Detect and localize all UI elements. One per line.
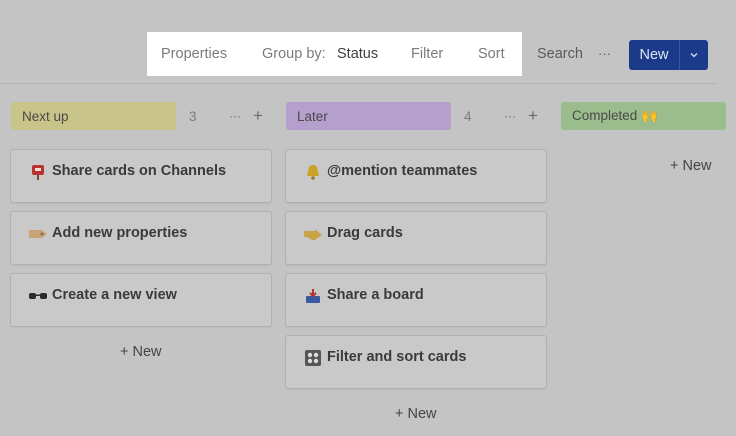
glasses-icon: [27, 287, 49, 305]
bell-icon: [302, 163, 324, 181]
column-add-icon[interactable]: +: [528, 106, 538, 126]
toolbar-divider: [0, 83, 716, 84]
column-header-completed[interactable]: Completed 🙌: [561, 102, 726, 130]
group-by-label[interactable]: Group by:: [262, 46, 326, 62]
chevron-down-icon[interactable]: [680, 40, 708, 70]
filter-button[interactable]: Filter: [411, 46, 443, 62]
search-button[interactable]: Search: [537, 46, 583, 62]
properties-button[interactable]: Properties: [161, 46, 227, 62]
column-more-icon[interactable]: ···: [229, 109, 241, 123]
add-card-button[interactable]: + New: [670, 158, 712, 174]
card-title: Drag cards: [327, 225, 403, 241]
column-title: Next up: [22, 108, 69, 124]
card[interactable]: Add new properties: [10, 211, 272, 265]
column-count: 3: [189, 109, 197, 124]
card[interactable]: Drag cards: [285, 211, 547, 265]
column-count: 4: [464, 109, 472, 124]
card-title: Filter and sort cards: [327, 349, 467, 365]
card-title: Create a new view: [52, 287, 177, 303]
pointing-hand-icon: [302, 225, 324, 243]
card-title: Add new properties: [52, 225, 188, 241]
card[interactable]: Create a new view: [10, 273, 272, 327]
card-title: Share a board: [327, 287, 424, 303]
card[interactable]: Filter and sort cards: [285, 335, 547, 389]
column-header-later[interactable]: Later: [286, 102, 451, 130]
card-title: Share cards on Channels: [52, 163, 227, 179]
column-header-next-up[interactable]: Next up: [11, 102, 176, 130]
new-button[interactable]: New: [629, 40, 708, 70]
inbox-tray-icon: [302, 287, 324, 305]
card-title: @mention teammates: [327, 163, 478, 179]
column-add-icon[interactable]: +: [253, 106, 263, 126]
sort-button[interactable]: Sort: [478, 46, 505, 62]
card[interactable]: Share a board: [285, 273, 547, 327]
column-title: Completed 🙌: [572, 108, 658, 123]
new-button-label[interactable]: New: [629, 40, 679, 70]
add-card-button[interactable]: + New: [395, 406, 437, 422]
tag-icon: [27, 225, 49, 243]
column-title: Later: [297, 108, 328, 124]
mailbox-icon: [27, 163, 49, 181]
card[interactable]: Share cards on Channels: [10, 149, 272, 203]
control-knobs-icon: [302, 349, 324, 367]
more-options-icon[interactable]: ···: [598, 46, 611, 61]
group-by-value[interactable]: Status: [337, 46, 378, 62]
column-more-icon[interactable]: ···: [504, 109, 516, 123]
add-card-button[interactable]: + New: [120, 344, 162, 360]
card[interactable]: @mention teammates: [285, 149, 547, 203]
